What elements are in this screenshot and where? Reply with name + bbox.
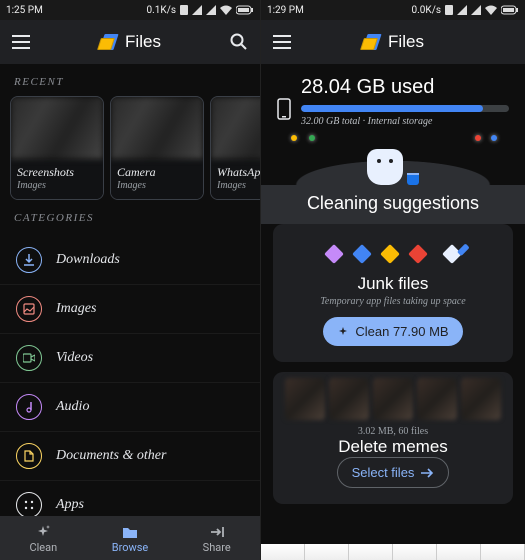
clean-junk-button[interactable]: Clean 77.90 MB	[323, 317, 462, 346]
category-videos[interactable]: Videos	[0, 334, 260, 383]
category-downloads[interactable]: Downloads	[0, 236, 260, 285]
image-icon	[23, 303, 35, 315]
category-label: Images	[56, 301, 96, 317]
sparkle-icon	[337, 326, 349, 338]
junk-title: Junk files	[285, 274, 501, 294]
category-label: Apps	[56, 497, 84, 513]
battery-icon	[501, 5, 519, 15]
files-logo-icon	[362, 34, 382, 50]
signal-icon	[206, 5, 216, 15]
recent-type: Images	[17, 180, 97, 191]
app-title: Files	[388, 32, 424, 52]
signal-icon	[192, 5, 202, 15]
files-logo-icon	[99, 34, 119, 50]
browse-screen: 1:25 PM 0.1K/s Files RECENT Screen	[0, 0, 261, 560]
memes-meta: 3.02 MB, 60 files	[285, 426, 501, 437]
search-button[interactable]	[228, 33, 250, 51]
storage-total: 32.00 GB total · Internal storage	[301, 116, 509, 127]
recents-strip	[261, 544, 525, 560]
mascot-illustration	[261, 133, 525, 185]
app-title: Files	[125, 32, 161, 52]
memes-title: Delete memes	[285, 437, 501, 457]
recent-name: Screenshots	[17, 165, 97, 180]
recent-thumbnail	[211, 97, 260, 159]
wifi-icon	[220, 5, 232, 15]
brush-icon	[442, 244, 462, 264]
storage-used: 28.04 GB used	[301, 76, 509, 99]
recent-type: Images	[217, 180, 260, 191]
status-time: 1:25 PM	[6, 5, 43, 16]
category-label: Documents & other	[56, 448, 166, 464]
recent-name: WhatsAp	[217, 165, 260, 180]
delete-memes-card: 3.02 MB, 60 files Delete memes Select fi…	[273, 372, 513, 504]
sparkle-icon	[34, 523, 52, 541]
menu-button[interactable]	[10, 35, 32, 49]
share-icon	[208, 523, 226, 541]
storage-summary[interactable]: 28.04 GB used 32.00 GB total · Internal …	[261, 64, 525, 133]
arrow-right-icon	[420, 468, 434, 478]
phone-icon	[277, 98, 291, 127]
recent-card[interactable]: WhatsAp Images	[210, 96, 260, 200]
battery-icon	[236, 5, 254, 15]
video-icon	[23, 353, 35, 363]
hamburger-icon	[12, 35, 30, 49]
suggestions-heading: Cleaning suggestions	[261, 185, 525, 224]
status-bar: 1:25 PM 0.1K/s	[0, 0, 260, 20]
recent-type: Images	[117, 180, 197, 191]
sim-icon	[180, 5, 188, 15]
wifi-icon	[485, 5, 497, 15]
recent-name: Camera	[117, 165, 197, 180]
bottom-nav: Clean Browse Share	[0, 516, 260, 560]
audio-icon	[24, 401, 34, 413]
hamburger-icon	[273, 35, 291, 49]
junk-files-card: Junk files Temporary app files taking up…	[273, 224, 513, 362]
junk-subtitle: Temporary app files taking up space	[285, 296, 501, 307]
download-icon	[23, 254, 35, 266]
bucket-icon	[407, 173, 419, 185]
folder-icon	[121, 523, 139, 541]
recent-row[interactable]: Screenshots Images Camera Images WhatsAp…	[0, 96, 260, 200]
menu-button[interactable]	[271, 35, 293, 49]
category-label: Downloads	[56, 252, 120, 268]
search-icon	[230, 33, 248, 51]
storage-bar	[301, 105, 509, 112]
clean-screen: 1:29 PM 0.0K/s Files 28.04 GB used	[261, 0, 525, 560]
document-icon	[24, 450, 34, 462]
category-label: Audio	[56, 399, 89, 415]
status-time: 1:29 PM	[267, 5, 304, 16]
mascot-icon	[367, 149, 403, 185]
recent-card[interactable]: Camera Images	[110, 96, 204, 200]
apps-icon	[23, 499, 35, 511]
select-memes-button[interactable]: Select files	[337, 457, 450, 488]
category-documents[interactable]: Documents & other	[0, 432, 260, 481]
app-bar: Files	[261, 20, 525, 64]
signal-icon	[471, 5, 481, 15]
app-bar: Files	[0, 20, 260, 64]
status-net: 0.1K/s	[147, 5, 176, 16]
category-images[interactable]: Images	[0, 285, 260, 334]
nav-clean[interactable]: Clean	[0, 516, 87, 560]
sim-icon	[445, 5, 453, 15]
recent-thumbnail	[111, 97, 203, 159]
nav-share[interactable]: Share	[173, 516, 260, 560]
category-label: Videos	[56, 350, 93, 366]
nav-browse[interactable]: Browse	[87, 516, 174, 560]
confetti-illustration	[285, 238, 501, 270]
memes-thumbnails	[285, 378, 501, 420]
signal-icon	[457, 5, 467, 15]
category-apps[interactable]: Apps	[0, 481, 260, 516]
recent-section-label: RECENT	[0, 64, 260, 96]
recent-card[interactable]: Screenshots Images	[10, 96, 104, 200]
status-net: 0.0K/s	[412, 5, 441, 16]
category-audio[interactable]: Audio	[0, 383, 260, 432]
status-bar: 1:29 PM 0.0K/s	[261, 0, 525, 20]
recent-thumbnail	[11, 97, 103, 159]
categories-section-label: CATEGORIES	[0, 200, 260, 232]
